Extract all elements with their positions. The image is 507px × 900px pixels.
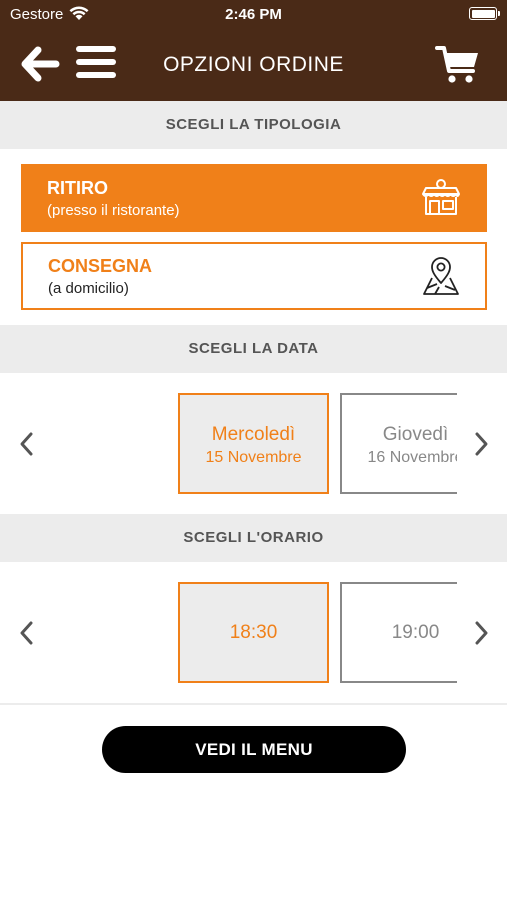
date-carousel: Mercoledì 15 Novembre Giovedì 16 Novembr… <box>0 373 507 514</box>
option-ritiro[interactable]: RITIRO (presso il ristorante) <box>21 164 487 232</box>
divider <box>0 703 507 705</box>
page-title: OPZIONI ORDINE <box>163 53 344 76</box>
option-consegna-label: CONSEGNA <box>48 256 153 276</box>
date-card-day: Giovedì <box>382 424 449 445</box>
map-pin-icon <box>423 257 459 295</box>
store-icon <box>422 179 460 215</box>
chevron-right-icon[interactable] <box>473 431 491 457</box>
view-menu-button[interactable]: VEDI IL MENU <box>102 726 406 773</box>
section-header-type: SCEGLI LA TIPOLOGIA <box>0 101 507 149</box>
battery-icon <box>469 7 500 20</box>
date-carousel-viewport: Mercoledì 15 Novembre Giovedì 16 Novembr… <box>44 393 457 494</box>
option-consegna[interactable]: CONSEGNA (a domicilio) <box>21 242 487 310</box>
time-card[interactable]: 19:00 <box>340 582 457 683</box>
section-header-date: SCEGLI LA DATA <box>0 325 507 373</box>
cart-icon[interactable] <box>435 45 481 85</box>
date-card-date: 15 Novembre <box>205 449 302 466</box>
time-card-label: 18:30 <box>229 622 278 643</box>
time-card-label: 19:00 <box>391 622 440 643</box>
date-card-day: Mercoledì <box>211 424 296 445</box>
date-card-date: 16 Novembre <box>367 449 457 466</box>
time-card-selected[interactable]: 18:30 <box>178 582 329 683</box>
option-ritiro-sublabel: (presso il ristorante) <box>47 202 180 219</box>
nav-bar: OPZIONI ORDINE <box>0 28 507 101</box>
date-card-selected[interactable]: Mercoledì 15 Novembre <box>178 393 329 494</box>
status-time: 2:46 PM <box>225 6 282 23</box>
option-ritiro-label: RITIRO <box>47 178 108 198</box>
option-consegna-sublabel: (a domicilio) <box>48 280 129 297</box>
status-bar: Gestore 2:46 PM <box>0 0 507 28</box>
chevron-right-icon[interactable] <box>473 620 491 646</box>
time-carousel: 18:30 19:00 <box>0 562 507 703</box>
chevron-left-icon[interactable] <box>17 620 35 646</box>
section-header-time: SCEGLI L'ORARIO <box>0 514 507 562</box>
date-card[interactable]: Giovedì 16 Novembre <box>340 393 457 494</box>
chevron-left-icon[interactable] <box>17 431 35 457</box>
time-carousel-viewport: 18:30 19:00 <box>44 582 457 683</box>
